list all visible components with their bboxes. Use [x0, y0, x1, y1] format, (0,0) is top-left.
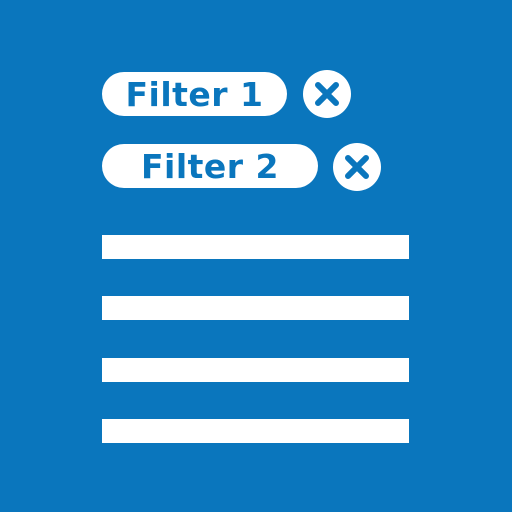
filter-chip-1-label: Filter 1: [125, 74, 264, 114]
filter-chip-2[interactable]: Filter 2: [102, 144, 318, 188]
list-item-line: [102, 235, 409, 259]
remove-filter-2-button[interactable]: [333, 143, 381, 191]
filter-list-icon-canvas: { "filters": [ { "label": "Filter 1", "r…: [0, 0, 512, 512]
remove-filter-1-button[interactable]: [303, 70, 351, 118]
filter-chip-1[interactable]: Filter 1: [102, 72, 287, 116]
close-x-icon: [345, 155, 369, 179]
list-item-line: [102, 358, 409, 382]
list-item-line: [102, 296, 409, 320]
close-x-icon: [315, 82, 339, 106]
filter-chip-2-label: Filter 2: [140, 146, 280, 186]
list-item-line: [102, 419, 409, 443]
